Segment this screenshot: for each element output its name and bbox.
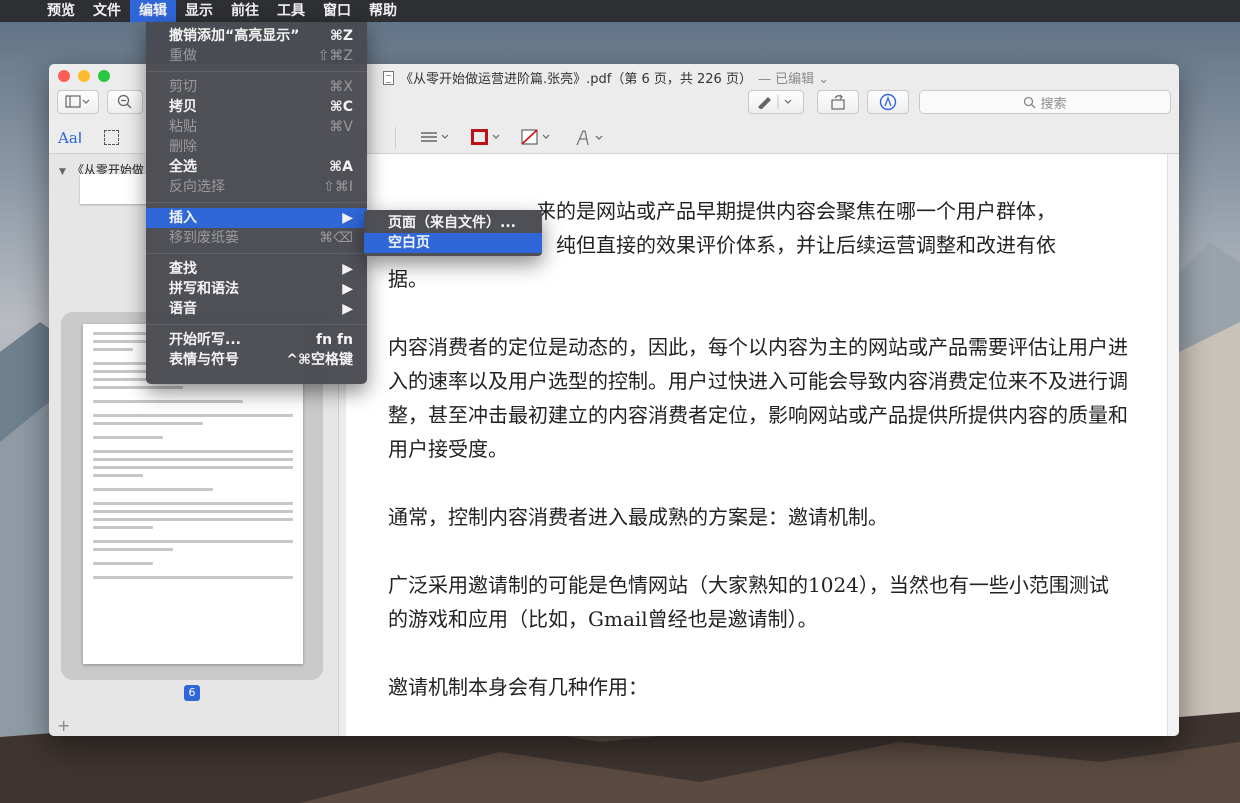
zoom-out-icon <box>117 94 132 109</box>
submenu-arrow-icon: ▶ <box>342 210 353 226</box>
line-style-icon <box>421 132 449 142</box>
line-style-button[interactable] <box>420 129 452 149</box>
edited-status[interactable]: — 已编辑 ⌄ <box>758 68 829 87</box>
text-selection-tool-icon[interactable]: AaI <box>58 129 82 147</box>
rotate-icon <box>831 94 845 110</box>
menu-item-paste[interactable]: 粘贴 ⌘V <box>146 117 367 137</box>
menu-item-copy[interactable]: 拷贝 ⌘C <box>146 97 367 117</box>
fill-color-button[interactable] <box>521 129 553 149</box>
rotate-button[interactable] <box>817 90 859 114</box>
submenu-item-page-from-file[interactable]: 页面（来自文件）... <box>364 213 542 233</box>
menu-item-start-dictation[interactable]: 开始听写... fn fn <box>146 330 367 350</box>
insert-submenu: 页面（来自文件）... 空白页 <box>364 210 542 256</box>
text-style-icon <box>576 130 603 146</box>
menu-separator <box>146 202 367 203</box>
pdf-document-icon <box>383 70 394 85</box>
border-color-icon <box>471 129 500 145</box>
submenu-arrow-icon: ▶ <box>342 281 353 297</box>
sidebar-icon <box>65 95 90 108</box>
menu-preview[interactable]: 预览 <box>38 0 84 22</box>
menu-file[interactable]: 文件 <box>84 0 130 22</box>
fill-color-icon <box>521 129 550 145</box>
document-paragraph: 内容消费者的定位是动态的，因此，每个以内容为主的网站或产品需要评估让用户进入的速… <box>388 335 1128 461</box>
zoom-out-button[interactable] <box>107 90 143 114</box>
document-paragraph: 广泛采用邀请制的可能是色情网站（大家熟知的1024），当然也有一些小范围测试的游… <box>388 573 1109 631</box>
document-paragraph: 据。 <box>388 267 428 291</box>
menu-view[interactable]: 显示 <box>176 0 222 22</box>
scrollbar[interactable] <box>1167 154 1179 736</box>
menu-item-cut[interactable]: 剪切 ⌘X <box>146 77 367 97</box>
menu-item-find[interactable]: 查找 ▶ <box>146 259 367 279</box>
menu-window[interactable]: 窗口 <box>314 0 360 22</box>
search-placeholder: 搜索 <box>1040 96 1067 112</box>
add-page-icon[interactable]: + <box>57 716 70 735</box>
menu-separator <box>146 324 367 325</box>
menu-item-move-to-trash[interactable]: 移到废纸篓 ⌘⌫ <box>146 228 367 248</box>
document-paragraph: 通常，控制内容消费者进入最成熟的方案是：邀请机制。 <box>388 505 888 529</box>
menu-item-spelling-grammar[interactable]: 拼写和语法 ▶ <box>146 279 367 299</box>
zoom-button[interactable] <box>98 70 110 82</box>
text-style-button[interactable] <box>575 129 607 151</box>
disclosure-triangle-icon[interactable]: ▼ <box>59 167 66 177</box>
minimize-button[interactable] <box>78 70 90 82</box>
menu-separator <box>146 253 367 254</box>
markup-button[interactable] <box>748 90 804 114</box>
sidebar-toggle-button[interactable] <box>57 90 99 114</box>
window-title: 《从零开始做运营进阶篇.张亮》.pdf（第 6 页，共 226 页） <box>400 72 752 87</box>
markup-toolbar-icon <box>879 93 897 111</box>
submenu-arrow-icon: ▶ <box>342 261 353 277</box>
menu-edit[interactable]: 编辑 <box>130 0 176 22</box>
page-number-badge: 6 <box>184 685 200 701</box>
rectangular-selection-icon[interactable] <box>104 130 119 145</box>
menu-item-insert[interactable]: 插入 ▶ <box>146 208 367 228</box>
border-color-button[interactable] <box>471 129 503 149</box>
search-icon <box>1024 96 1036 108</box>
menu-item-redo[interactable]: 重做 ⇧⌘Z <box>146 46 367 66</box>
menu-item-delete[interactable]: 删除 <box>146 137 367 157</box>
annotate-button[interactable] <box>867 90 909 114</box>
toolbar-divider <box>395 127 396 149</box>
menu-go[interactable]: 前往 <box>222 0 268 22</box>
submenu-arrow-icon: ▶ <box>342 301 353 317</box>
menu-help[interactable]: 帮助 <box>360 0 406 22</box>
document-paragraph: 纯但直接的效果评价体系，并让后续运营调整和改进有依 <box>556 233 1056 257</box>
menu-item-speech[interactable]: 语音 ▶ <box>146 299 367 319</box>
document-paragraph: 来的是网站或产品早期提供内容会聚焦在哪一个用户群体， <box>536 199 1056 223</box>
menu-item-select-all[interactable]: 全选 ⌘A <box>146 157 367 177</box>
menu-tools[interactable]: 工具 <box>268 0 314 22</box>
page-thumbnail-previous[interactable] <box>80 174 150 204</box>
menu-item-undo[interactable]: 撤销添加“高亮显示” ⌘Z <box>146 26 367 46</box>
search-input[interactable]: 搜索 <box>919 90 1171 114</box>
menu-item-emoji-symbols[interactable]: 表情与符号 ^⌘空格键 <box>146 350 367 370</box>
document-paragraph: 邀请机制本身会有几种作用： <box>388 675 648 699</box>
submenu-item-blank-page[interactable]: 空白页 <box>364 233 542 253</box>
close-button[interactable] <box>58 70 70 82</box>
menu-bar: 预览 文件 编辑 显示 前往 工具 窗口 帮助 <box>0 0 1240 22</box>
menu-item-invert-selection[interactable]: 反向选择 ⇧⌘I <box>146 177 367 197</box>
edit-menu: 撤销添加“高亮显示” ⌘Z 重做 ⇧⌘Z 剪切 ⌘X 拷贝 ⌘C 粘贴 ⌘V 删除 全选 ⌘… <box>146 22 367 384</box>
menu-separator <box>146 71 367 72</box>
pen-icon <box>758 95 792 109</box>
